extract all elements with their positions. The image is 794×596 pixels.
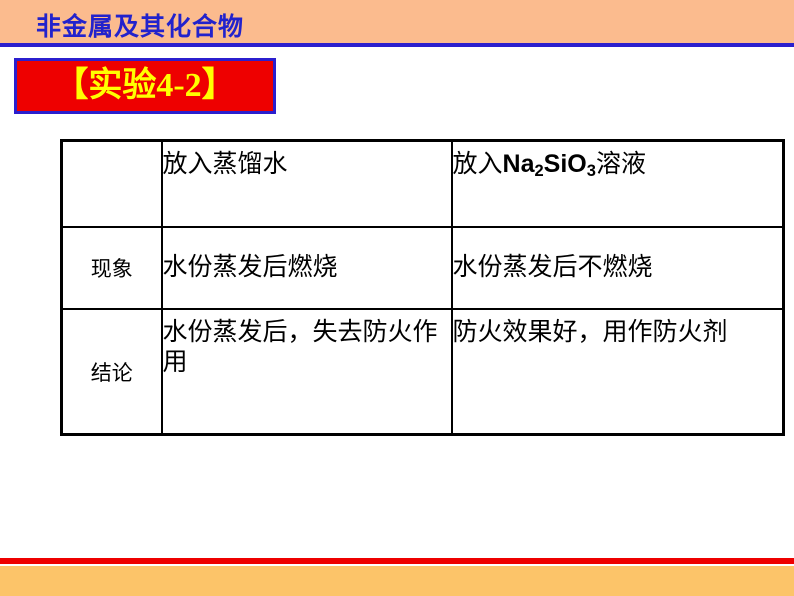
footer-band xyxy=(0,566,794,596)
conclusion-distilled-water: 水份蒸发后，失去防火作用 xyxy=(160,308,453,436)
formula-element-sio: SiO xyxy=(543,150,587,178)
experiment-title-box: 【实验4-2】 xyxy=(14,58,276,114)
conclusion-sodium-silicate: 防火效果好，用作防火剂 xyxy=(450,308,785,436)
formula-prefix-text: 放入 xyxy=(452,151,503,178)
experiment-title-label: 【实验4-2】 xyxy=(54,67,236,104)
slide-header-title: 非金属及其化合物 xyxy=(36,14,245,41)
footer-divider-line xyxy=(0,558,794,564)
table-header-distilled-water: 放入蒸馏水 xyxy=(160,139,453,228)
row-label-conclusion: 结论 xyxy=(60,308,163,436)
formula-subscript-2: 2 xyxy=(534,162,544,181)
formula-suffix-text: 溶液 xyxy=(595,151,646,178)
table-row: 现象 水份蒸发后燃烧 水份蒸发后不燃烧 xyxy=(60,226,785,310)
formula-element-na: Na xyxy=(502,150,535,178)
chemical-formula-na2sio3: Na2SiO3 xyxy=(502,150,596,181)
phenomenon-distilled-water: 水份蒸发后燃烧 xyxy=(160,226,453,310)
row-label-phenomenon: 现象 xyxy=(60,226,163,310)
table-corner-cell xyxy=(60,139,163,228)
slide-canvas: 非金属及其化合物 【实验4-2】 放入蒸馏水 放入Na2SiO3溶液 现象 水份… xyxy=(0,0,794,596)
table-header-row: 放入蒸馏水 放入Na2SiO3溶液 xyxy=(60,139,785,228)
table-row: 结论 水份蒸发后，失去防火作用 防火效果好，用作防火剂 xyxy=(60,308,785,436)
experiment-results-table: 放入蒸馏水 放入Na2SiO3溶液 现象 水份蒸发后燃烧 水份蒸发后不燃烧 结论… xyxy=(60,139,785,436)
table-header-sodium-silicate: 放入Na2SiO3溶液 xyxy=(450,139,785,228)
header-divider-line xyxy=(0,43,794,47)
phenomenon-sodium-silicate: 水份蒸发后不燃烧 xyxy=(450,226,785,310)
formula-subscript-3: 3 xyxy=(586,162,596,181)
